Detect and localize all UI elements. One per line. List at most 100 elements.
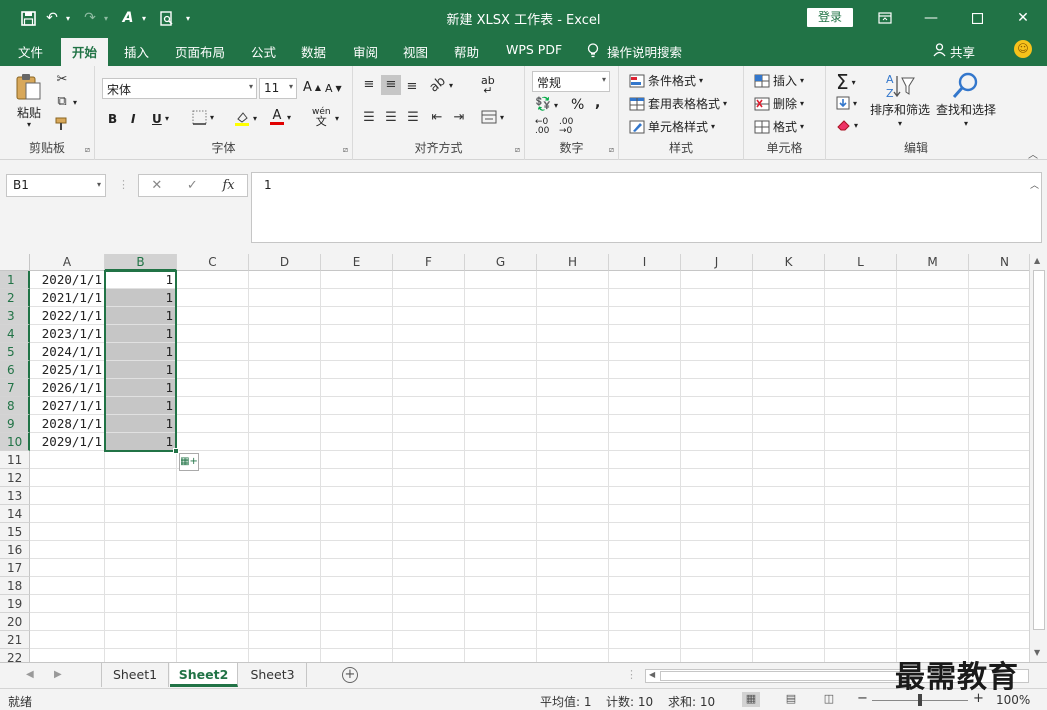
cell-i12[interactable] [609, 469, 681, 487]
increase-font-size-icon[interactable]: A ▲ [303, 80, 321, 95]
column-header-b[interactable]: B [105, 254, 177, 271]
row-header-7[interactable]: 7 [0, 379, 30, 397]
cell-n1[interactable] [969, 271, 1029, 289]
ribbon-display-options-icon[interactable] [862, 0, 908, 36]
cell-j2[interactable] [681, 289, 753, 307]
cell-k8[interactable] [753, 397, 825, 415]
underline-dropdown-icon[interactable]: ▾ [165, 114, 169, 123]
phonetic-guide-icon[interactable]: wén 文 [312, 108, 331, 128]
cell-l18[interactable] [825, 577, 897, 595]
cell-j14[interactable] [681, 505, 753, 523]
next-sheet-icon[interactable]: ▶ [54, 669, 62, 680]
column-header-a[interactable]: A [30, 254, 105, 271]
cell-i6[interactable] [609, 361, 681, 379]
cell-c16[interactable] [177, 541, 249, 559]
cell-e5[interactable] [321, 343, 393, 361]
cell-b1[interactable]: 1 [105, 271, 177, 289]
cell-g14[interactable] [465, 505, 537, 523]
cell-k15[interactable] [753, 523, 825, 541]
tab-view[interactable]: 视图 [403, 42, 428, 61]
column-header-j[interactable]: J [681, 254, 753, 271]
cell-n6[interactable] [969, 361, 1029, 379]
cell-n9[interactable] [969, 415, 1029, 433]
tab-data[interactable]: 数据 [301, 42, 326, 61]
cell-e15[interactable] [321, 523, 393, 541]
cell-f12[interactable] [393, 469, 465, 487]
cell-e11[interactable] [321, 451, 393, 469]
worksheet-grid[interactable]: A B C D E F G H I J K L M N 1 2020/1/1 1 2 2021/1/1 1 3 2022/… [0, 254, 1029, 662]
cell-g12[interactable] [465, 469, 537, 487]
row-header-8[interactable]: 8 [0, 397, 30, 415]
cell-f19[interactable] [393, 595, 465, 613]
cell-e2[interactable] [321, 289, 393, 307]
cell-m12[interactable] [897, 469, 969, 487]
cell-m3[interactable] [897, 307, 969, 325]
cell-g1[interactable] [465, 271, 537, 289]
cell-e19[interactable] [321, 595, 393, 613]
cell-c15[interactable] [177, 523, 249, 541]
column-header-m[interactable]: M [897, 254, 969, 271]
cell-d9[interactable] [249, 415, 321, 433]
align-left-icon[interactable]: ☰ [361, 110, 377, 126]
cell-k16[interactable] [753, 541, 825, 559]
align-center-icon[interactable]: ☰ [383, 110, 399, 126]
tab-wps-pdf[interactable]: WPS PDF [506, 42, 562, 57]
login-button[interactable]: 登录 [807, 8, 853, 27]
orientation-icon[interactable]: ab ▾ [427, 74, 453, 96]
cell-c21[interactable] [177, 631, 249, 649]
cell-d13[interactable] [249, 487, 321, 505]
sheet-tab-sheet1[interactable]: Sheet1 [101, 663, 169, 687]
cell-a5[interactable]: 2024/1/1 [30, 343, 105, 361]
cell-c2[interactable] [177, 289, 249, 307]
cell-g21[interactable] [465, 631, 537, 649]
cell-k5[interactable] [753, 343, 825, 361]
cell-n4[interactable] [969, 325, 1029, 343]
cell-k10[interactable] [753, 433, 825, 451]
cell-d5[interactable] [249, 343, 321, 361]
cell-d16[interactable] [249, 541, 321, 559]
cell-b2[interactable]: 1 [105, 289, 177, 307]
row-header-15[interactable]: 15 [0, 523, 30, 541]
cell-m11[interactable] [897, 451, 969, 469]
cell-l22[interactable] [825, 649, 897, 662]
row-header-5[interactable]: 5 [0, 343, 30, 361]
cell-c7[interactable] [177, 379, 249, 397]
cell-g20[interactable] [465, 613, 537, 631]
confirm-entry-icon[interactable]: ✓ [187, 178, 198, 193]
cell-k6[interactable] [753, 361, 825, 379]
cancel-entry-icon[interactable]: ✕ [151, 178, 162, 193]
cell-m10[interactable] [897, 433, 969, 451]
row-header-16[interactable]: 16 [0, 541, 30, 559]
cell-e6[interactable] [321, 361, 393, 379]
cell-d19[interactable] [249, 595, 321, 613]
cell-j16[interactable] [681, 541, 753, 559]
cell-c1[interactable] [177, 271, 249, 289]
cell-l15[interactable] [825, 523, 897, 541]
cell-h3[interactable] [537, 307, 609, 325]
cell-styles-button[interactable]: 单元格样式 ▾ [629, 118, 715, 135]
cell-c17[interactable] [177, 559, 249, 577]
cell-i17[interactable] [609, 559, 681, 577]
cell-k1[interactable] [753, 271, 825, 289]
paste-dropdown-icon[interactable]: ▾ [27, 120, 31, 129]
cell-b14[interactable] [105, 505, 177, 523]
tab-insert[interactable]: 插入 [124, 42, 149, 61]
cell-n8[interactable] [969, 397, 1029, 415]
cell-d15[interactable] [249, 523, 321, 541]
cell-k3[interactable] [753, 307, 825, 325]
cell-b21[interactable] [105, 631, 177, 649]
cut-icon[interactable]: ✂ [54, 72, 70, 88]
cell-a22[interactable] [30, 649, 105, 662]
cell-m4[interactable] [897, 325, 969, 343]
row-header-12[interactable]: 12 [0, 469, 30, 487]
cell-h20[interactable] [537, 613, 609, 631]
cell-l21[interactable] [825, 631, 897, 649]
name-box[interactable]: B1 ▾ [6, 174, 106, 197]
row-header-3[interactable]: 3 [0, 307, 30, 325]
cell-f7[interactable] [393, 379, 465, 397]
cell-a7[interactable]: 2026/1/1 [30, 379, 105, 397]
cell-e21[interactable] [321, 631, 393, 649]
cell-d4[interactable] [249, 325, 321, 343]
cell-j19[interactable] [681, 595, 753, 613]
cell-c9[interactable] [177, 415, 249, 433]
